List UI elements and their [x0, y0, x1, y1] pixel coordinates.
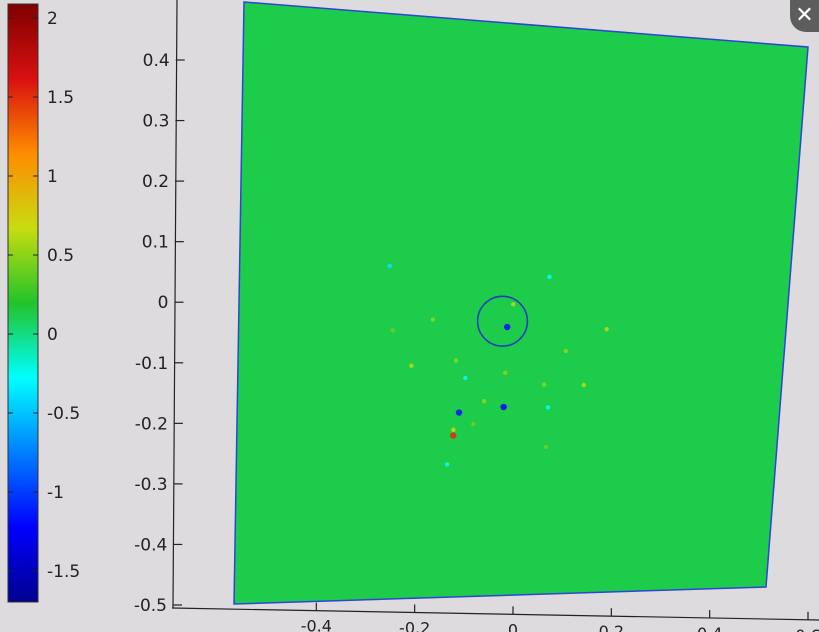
x-tick-label: 0.4 [697, 624, 722, 632]
y-tick-label: -0.1 [135, 354, 168, 374]
heatmap-spot [463, 375, 468, 381]
colorbar-tick-label: 1.5 [47, 88, 74, 108]
colorbar-tick-label: 1 [47, 167, 58, 187]
close-icon: ✕ [795, 3, 814, 28]
x-tick-label: 0.2 [599, 622, 624, 632]
heatmap-spot [511, 302, 516, 307]
y-tick-label: -0.5 [134, 596, 167, 616]
y-tick-label: 0.2 [142, 172, 169, 192]
heatmap-field [233, 1, 809, 605]
heatmap-spot [563, 348, 568, 354]
heatmap-spot [481, 398, 487, 404]
chart-canvas: 2 1.5 1 0.5 0 -0.5 -1 -1.5 0.4 0.3 0.2 0.1 0 -0.1 -0.… [0, 0, 819, 632]
heatmap-spot [451, 427, 456, 433]
colorbar-tick-label: -1 [47, 483, 64, 503]
heatmap-spot [545, 405, 551, 410]
colorbar-tick-label: -1.5 [47, 562, 80, 582]
heatmap-spot [543, 444, 549, 450]
colorbar-tick-label: 0 [47, 325, 58, 345]
heatmap-spot [471, 421, 476, 427]
heatmap-spot [502, 370, 508, 375]
heatmap-spot [500, 403, 507, 411]
y-tick-label: 0.1 [142, 233, 169, 253]
colorbar-tick-label: 2 [47, 9, 58, 29]
heatmap-spot [449, 432, 457, 439]
heatmap-spot [409, 363, 414, 368]
heatmap-spot [444, 462, 450, 467]
heatmap-spot [455, 409, 463, 416]
x-tick-label: -0.4 [301, 617, 332, 632]
y-tick-label: 0.4 [143, 51, 170, 71]
colorbar-tick-label: 0.5 [47, 246, 74, 266]
colorbar [7, 3, 39, 603]
heatmap-spot [604, 327, 609, 332]
heatmap-spot [542, 382, 547, 387]
x-tick-label: 0.6 [795, 626, 819, 632]
heatmap-spot [387, 263, 392, 269]
y-tick-label: -0.4 [134, 535, 167, 555]
y-tick-label: -0.3 [134, 475, 167, 495]
y-tick-label: 0 [158, 293, 169, 313]
x-tick-label: 0 [508, 620, 518, 632]
x-tick-label: -0.2 [399, 619, 430, 632]
heatmap-spot [390, 328, 395, 333]
colorbar-tick-label: -0.5 [47, 404, 80, 424]
heatmap-spot [547, 274, 552, 280]
y-tick-label: 0.3 [142, 112, 169, 132]
heatmap-spot [504, 323, 511, 331]
y-tick-label: -0.2 [135, 414, 168, 434]
heatmap-spot [581, 382, 586, 388]
close-button[interactable]: ✕ [790, 0, 819, 32]
heatmap-spot [453, 358, 459, 363]
heatmap-spot [430, 317, 436, 322]
